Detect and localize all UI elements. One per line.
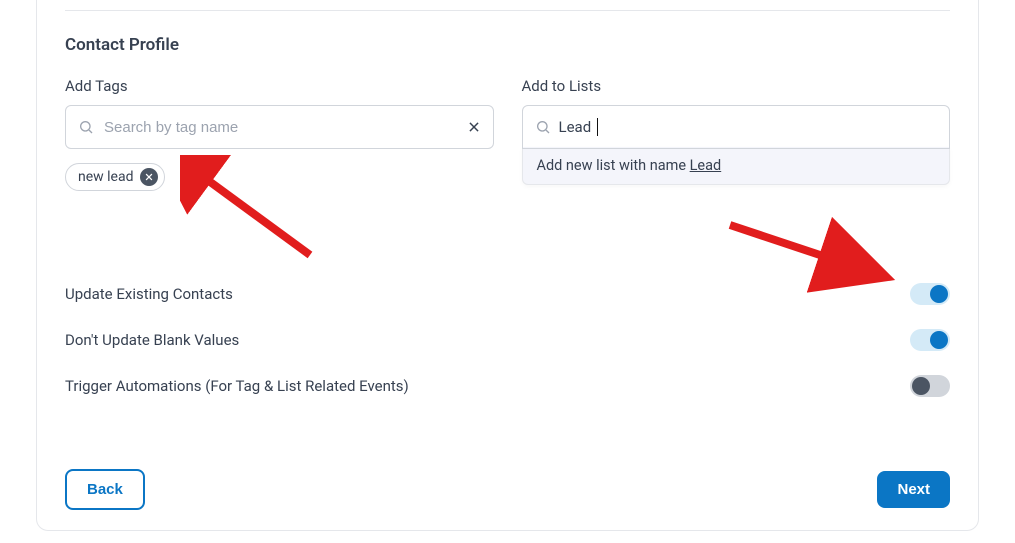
- toggle-label: Trigger Automations (For Tag & List Rela…: [65, 377, 409, 395]
- tag-pill[interactable]: new lead: [65, 163, 165, 191]
- dropdown-prefix: Add new list with name: [537, 157, 690, 174]
- section-title: Contact Profile: [65, 35, 950, 55]
- toggle-row-blank-values: Don't Update Blank Values: [65, 317, 950, 363]
- text-caret: [597, 118, 598, 136]
- next-button[interactable]: Next: [877, 471, 950, 508]
- toggle-label: Update Existing Contacts: [65, 285, 233, 303]
- contact-profile-card: Contact Profile Add Tags new lead: [36, 0, 979, 531]
- clear-icon[interactable]: [467, 120, 481, 134]
- toggle-row-update-existing: Update Existing Contacts: [65, 271, 950, 317]
- toggle-row-trigger-automations: Trigger Automations (For Tag & List Rela…: [65, 363, 950, 409]
- tag-pill-label: new lead: [78, 169, 134, 185]
- toggle-update-existing[interactable]: [910, 283, 950, 305]
- lists-label: Add to Lists: [522, 77, 951, 95]
- divider: [65, 10, 950, 11]
- toggle-trigger-automations[interactable]: [910, 375, 950, 397]
- tag-search-input-wrap[interactable]: [65, 105, 494, 149]
- tag-remove-button[interactable]: [140, 168, 158, 186]
- list-search-value: Lead: [559, 118, 592, 136]
- back-button[interactable]: Back: [65, 469, 145, 510]
- toggle-label: Don't Update Blank Values: [65, 331, 239, 349]
- list-search-input[interactable]: [606, 119, 937, 136]
- close-icon: [144, 172, 154, 182]
- search-icon: [78, 119, 94, 135]
- search-icon: [535, 119, 551, 135]
- toggle-blank-values[interactable]: [910, 329, 950, 351]
- list-search-input-wrap[interactable]: Lead: [522, 105, 951, 149]
- dropdown-value: Lead: [690, 157, 722, 174]
- tags-label: Add Tags: [65, 77, 494, 95]
- list-add-suggestion[interactable]: Add new list with name Lead: [522, 147, 951, 185]
- tag-search-input[interactable]: [102, 118, 459, 137]
